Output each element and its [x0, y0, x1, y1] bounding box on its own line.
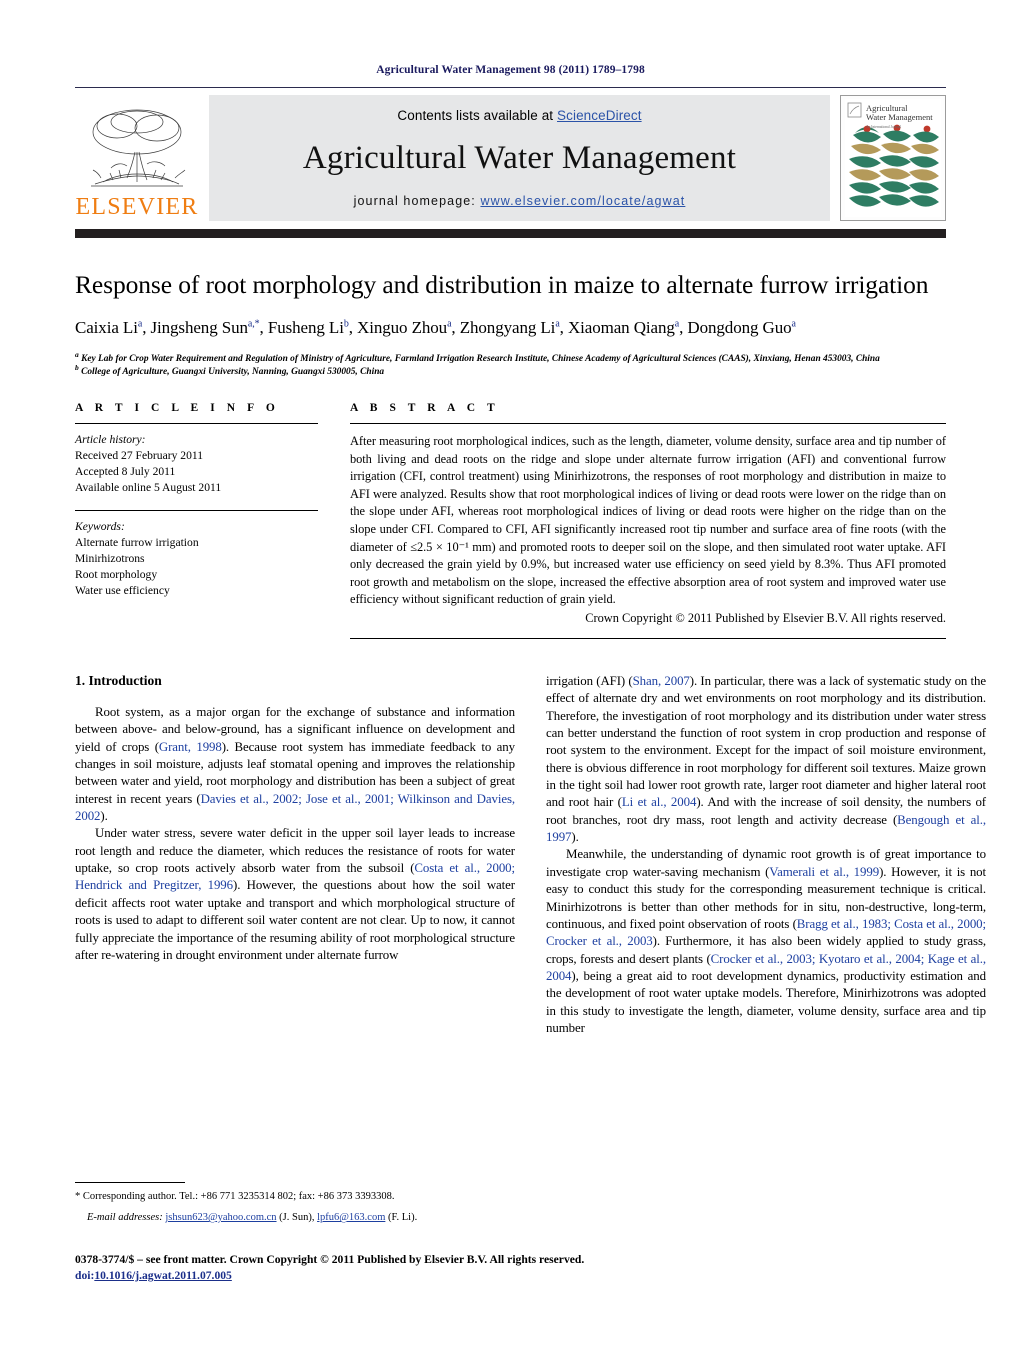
- elsevier-wordmark: ELSEVIER: [75, 194, 199, 220]
- sciencedirect-link[interactable]: ScienceDirect: [557, 108, 642, 123]
- running-head: Agricultural Water Management 98 (2011) …: [376, 64, 645, 76]
- paragraph: irrigation (AFI) (Shan, 2007). In partic…: [546, 674, 987, 845]
- journal-masthead: ELSEVIER Contents lists available at Sci…: [75, 95, 946, 221]
- elsevier-tree-icon: [91, 109, 186, 187]
- front-matter-line: 0378-3774/$ – see front matter. Crown Co…: [75, 1253, 585, 1266]
- history-item: Available online 5 August 2011: [75, 480, 222, 494]
- homepage-url-link[interactable]: www.elsevier.com/locate/agwat: [480, 194, 685, 208]
- doi-line: doi:10.1016/j.agwat.2011.07.005: [75, 1268, 955, 1284]
- history-item: Received 27 February 2011: [75, 448, 204, 462]
- doi-label: doi:: [75, 1269, 95, 1283]
- paragraph: Root system, as a major organ for the ex…: [75, 705, 516, 824]
- author-list: Caixia Lia, Jingsheng Suna,*, Fusheng Li…: [75, 317, 796, 337]
- abstract-rule: [350, 422, 946, 424]
- article-info-rule: [75, 422, 318, 424]
- keyword-item: Root morphology: [75, 567, 158, 581]
- abstract-heading: A B S T R A C T: [350, 401, 500, 414]
- email-label: E-mail addresses:: [87, 1212, 163, 1224]
- affiliation-a: a Key Lab for Crop Water Requirement and…: [75, 349, 880, 364]
- abstract-bottom-rule: [350, 638, 946, 640]
- corresponding-author-note: * Corresponding author. Tel.: +86 771 32…: [75, 1191, 395, 1202]
- masthead-top-rule: [75, 87, 946, 88]
- footnote-rule: [75, 1182, 185, 1183]
- cover-title: Agricultural Water Management: [866, 103, 933, 122]
- article-info-column: A R T I C L E I N F O Article history: R…: [75, 402, 318, 639]
- cover-subtitle: An International Journal: [866, 125, 902, 129]
- colophon-block: 0378-3774/$ – see front matter. Crown Co…: [75, 1252, 955, 1284]
- body-left-column: 1. Introduction Root system, as a major …: [75, 673, 515, 1037]
- article-info-heading: A R T I C L E I N F O: [75, 401, 280, 414]
- article-info-separator: [75, 509, 318, 511]
- journal-article-page: Agricultural Water Management 98 (2011) …: [0, 0, 1021, 1351]
- paragraph: Meanwhile, the understanding of dynamic …: [546, 847, 987, 1035]
- affiliation-b: b College of Agriculture, Guangxi Univer…: [75, 363, 385, 378]
- journal-cover-thumbnail[interactable]: Agricultural Water Management An Interna…: [840, 95, 946, 221]
- journal-band: Contents lists available at ScienceDirec…: [209, 95, 830, 221]
- keyword-item: Minirhizotrons: [75, 551, 145, 565]
- keyword-item: Alternate furrow irrigation: [75, 535, 199, 549]
- article-history-block: Article history: Received 27 February 20…: [75, 432, 318, 496]
- article-title: Response of root morphology and distribu…: [75, 270, 929, 299]
- body-right-column: irrigation (AFI) (Shan, 2007). In partic…: [546, 673, 986, 1037]
- elsevier-logo[interactable]: ELSEVIER: [75, 95, 199, 221]
- doi-link[interactable]: 10.1016/j.agwat.2011.07.005: [94, 1269, 232, 1282]
- history-item: Accepted 8 July 2011: [75, 464, 176, 478]
- email-owner-li: (F. Li).: [388, 1212, 418, 1224]
- abstract-column: A B S T R A C T After measuring root mor…: [350, 401, 946, 640]
- body-column-gap: [515, 673, 546, 1037]
- footnote-block: * Corresponding author. Tel.: +86 771 32…: [75, 1182, 515, 1225]
- body-columns: 1. Introduction Root system, as a major …: [75, 673, 986, 1037]
- keywords-block: Keywords: Alternate furrow irrigation Mi…: [75, 519, 318, 599]
- email-owner-sun: (J. Sun),: [279, 1212, 315, 1224]
- section-heading-introduction: 1. Introduction: [75, 673, 162, 689]
- article-history-label: Article history:: [75, 432, 146, 446]
- abstract-text: After measuring root morphological indic…: [350, 433, 946, 607]
- keywords-label: Keywords:: [75, 519, 125, 533]
- contents-line: Contents lists available at ScienceDirec…: [397, 108, 641, 123]
- homepage-label: journal homepage:: [353, 194, 476, 208]
- email-link-sun[interactable]: jshsun623@yahoo.com.cn: [165, 1212, 276, 1223]
- info-abstract-region: A R T I C L E I N F O Article history: R…: [75, 401, 946, 640]
- email-note: E-mail addresses: jshsun623@yahoo.com.cn…: [75, 1210, 515, 1225]
- contents-prefix: Contents lists available at: [397, 108, 558, 123]
- journal-homepage-line: journal homepage: www.elsevier.com/locat…: [354, 194, 686, 208]
- abstract-copyright: Crown Copyright © 2011 Published by Else…: [585, 611, 946, 626]
- journal-title: Agricultural Water Management: [302, 140, 737, 176]
- column-gap: [318, 402, 350, 639]
- email-link-li[interactable]: lpfu6@163.com: [317, 1212, 385, 1223]
- masthead-black-bar: [75, 229, 946, 238]
- keyword-item: Water use efficiency: [75, 583, 170, 597]
- paragraph: Under water stress, severe water deficit…: [75, 826, 515, 962]
